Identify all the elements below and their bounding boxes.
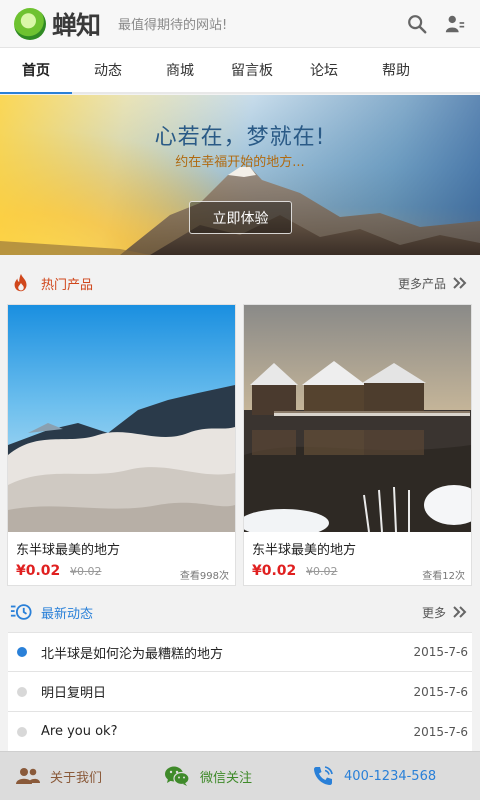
search-icon[interactable] xyxy=(406,13,428,35)
bullet-dot xyxy=(17,647,27,657)
wechat-follow-button[interactable]: 微信关注 xyxy=(164,765,252,787)
nav-item-home[interactable]: 首页 xyxy=(0,48,72,94)
product-card[interactable]: 东半球最美的地方 ¥0.02 ¥0.02 查看12次 xyxy=(243,304,472,586)
more-news-link[interactable]: 更多 xyxy=(422,604,468,621)
news-date: 2015-7-6 xyxy=(413,645,468,659)
product-name[interactable]: 东半球最美的地方 xyxy=(16,539,120,558)
more-products-link[interactable]: 更多产品 xyxy=(398,275,468,292)
more-products-label: 更多产品 xyxy=(397,276,446,291)
fire-icon xyxy=(14,273,27,292)
logo-mark xyxy=(14,7,46,40)
nav-item-forum[interactable]: 论坛 xyxy=(288,48,360,92)
wechat-icon xyxy=(165,766,190,786)
latest-news-title: 最新动态 xyxy=(41,606,94,622)
news-item[interactable]: 北半球是如何沦为最糟糕的地方 2015-7-6 xyxy=(8,632,472,672)
latest-news-header: 最新动态 更多 xyxy=(0,592,480,632)
hero-banner: 心若在，梦就在! 约在幸福开始的地方... 立即体验 xyxy=(0,95,480,255)
product-card[interactable]: 东半球最美的地方 ¥0.02 ¥0.02 查看998次 xyxy=(7,304,236,586)
about-us-label: 关于我们 xyxy=(50,770,103,786)
about-us-button[interactable]: 关于我们 xyxy=(16,766,102,786)
double-chevron-right-icon xyxy=(453,277,467,289)
product-grid: 东半球最美的地方 ¥0.02 ¥0.02 查看998次 东半球最美的地方 ¥0.… xyxy=(7,304,473,586)
product-original-price: ¥0.02 xyxy=(306,565,338,578)
logo[interactable]: 蝉知 xyxy=(14,6,101,42)
product-price: ¥0.02 xyxy=(16,563,61,579)
product-original-price: ¥0.02 xyxy=(70,565,102,578)
product-view-count: 查看998次 xyxy=(179,571,229,582)
user-menu-icon[interactable] xyxy=(444,13,466,35)
news-title[interactable]: Are you ok? xyxy=(41,724,117,739)
more-news-label: 更多 xyxy=(421,605,446,620)
nav-item-shop[interactable]: 商城 xyxy=(144,48,216,92)
main-nav: 首页 动态 商城 留言板 论坛 帮助 xyxy=(0,48,480,94)
hot-products-header: 热门产品 更多产品 xyxy=(0,263,480,303)
site-slogan: 最值得期待的网站! xyxy=(118,18,228,33)
banner-title: 心若在，梦就在! xyxy=(154,125,326,150)
logo-text: 蝉知 xyxy=(52,10,101,40)
double-chevron-right-icon xyxy=(453,606,467,618)
app-header: 蝉知 最值得期待的网站! xyxy=(0,0,480,48)
banner-subtitle: 约在幸福开始的地方... xyxy=(175,155,305,170)
news-title[interactable]: 明日复明日 xyxy=(41,682,106,701)
product-image[interactable] xyxy=(244,305,471,532)
news-title[interactable]: 北半球是如何沦为最糟糕的地方 xyxy=(41,643,223,662)
hot-products-title: 热门产品 xyxy=(41,277,94,293)
wechat-follow-label: 微信关注 xyxy=(200,770,253,786)
nav-item-messageboard[interactable]: 留言板 xyxy=(216,48,288,92)
nav-item-help[interactable]: 帮助 xyxy=(360,48,432,92)
news-date: 2015-7-6 xyxy=(413,684,468,699)
try-now-button[interactable]: 立即体验 xyxy=(189,201,292,234)
news-item[interactable]: 明日复明日 2015-7-6 xyxy=(8,672,472,712)
people-icon xyxy=(16,768,40,784)
bottom-bar: 关于我们 微信关注 400-1234-568 xyxy=(0,751,480,800)
bullet-dot xyxy=(17,726,27,737)
news-date: 2015-7-6 xyxy=(413,724,468,739)
clock-list-icon xyxy=(10,604,32,620)
product-image[interactable] xyxy=(8,305,235,532)
product-price: ¥0.02 xyxy=(252,563,297,579)
phone-icon xyxy=(314,766,333,785)
product-view-count: 查看12次 xyxy=(422,571,465,582)
news-list: 北半球是如何沦为最糟糕的地方 2015-7-6 明日复明日 2015-7-6 A… xyxy=(8,632,472,752)
news-item[interactable]: Are you ok? 2015-7-6 xyxy=(8,712,472,752)
bullet-dot xyxy=(17,686,27,697)
phone-call-button[interactable]: 400-1234-568 xyxy=(312,765,436,787)
phone-number: 400-1234-568 xyxy=(344,768,437,784)
product-name[interactable]: 东半球最美的地方 xyxy=(252,539,356,558)
nav-item-news[interactable]: 动态 xyxy=(72,48,144,92)
